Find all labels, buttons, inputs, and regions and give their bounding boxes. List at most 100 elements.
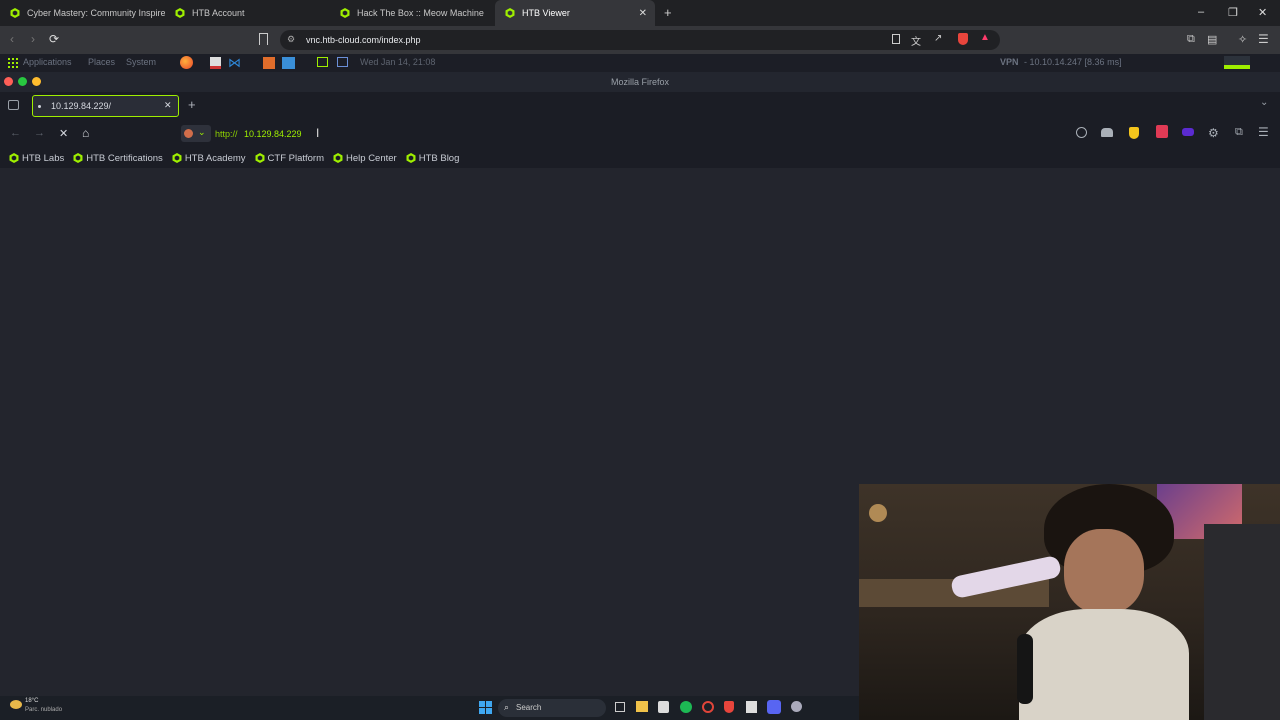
loading-dot-icon <box>38 105 41 108</box>
htb-icon <box>175 8 185 18</box>
brave-shield-icon[interactable] <box>958 33 968 45</box>
webcam-person-shirt <box>1019 609 1189 720</box>
chrome-icon[interactable] <box>702 701 714 713</box>
file-explorer-icon[interactable] <box>636 701 648 712</box>
weather-temp: 18°C <box>25 698 39 704</box>
reload-icon[interactable]: ⟳ <box>49 32 59 46</box>
tracking-protection-button[interactable]: ⌄ <box>181 125 211 142</box>
editor-launcher-icon[interactable] <box>210 57 221 69</box>
outer-url: vnc.htb-cloud.com/index.php <box>306 35 421 45</box>
menu-icon[interactable]: ☰ <box>1258 32 1269 46</box>
brave-rewards-icon[interactable]: ▲ <box>980 32 990 43</box>
container-icon[interactable] <box>1101 128 1113 137</box>
minimize-window-dot[interactable] <box>32 77 41 86</box>
url-host[interactable]: 10.129.84.229 <box>244 129 302 139</box>
terminal-launcher-icon[interactable] <box>317 57 328 67</box>
firefox-nav-bar: ← → ✕ ⌂ ⌄ http:// 10.129.84.229 I ⚙ ⧉ ☰ <box>0 120 1280 148</box>
outer-tab-4[interactable]: HTB Viewer ✕ <box>495 0 655 26</box>
outer-tab-3[interactable]: Hack The Box :: Meow Machine <box>330 0 495 26</box>
page-icon[interactable] <box>892 34 900 44</box>
firefox-active-tab[interactable]: 10.129.84.229/ ✕ <box>32 95 179 117</box>
extension-shield-icon[interactable] <box>1129 127 1139 139</box>
burp-launcher-icon[interactable] <box>263 57 275 69</box>
close-window-icon[interactable]: ✕ <box>1258 6 1267 19</box>
bookmark-ctf-platform[interactable]: CTF Platform <box>255 153 324 164</box>
htb-icon <box>10 8 20 18</box>
list-all-tabs-icon[interactable]: ⌄ <box>1260 97 1268 108</box>
bookmark-htb-labs[interactable]: HTB Labs <box>9 153 64 164</box>
bookmark-label: CTF Platform <box>267 152 325 164</box>
applications-menu[interactable]: Applications <box>23 57 72 67</box>
webcam-microphone <box>1017 634 1033 704</box>
discord-icon[interactable] <box>767 700 781 714</box>
firefox-launcher-icon[interactable] <box>180 56 193 69</box>
outer-tab-4-title: HTB Viewer <box>522 8 570 18</box>
desktop-panel: Applications Places System ⋈ Wed Jan 14,… <box>0 54 1280 72</box>
files-launcher-icon[interactable] <box>282 57 295 69</box>
extension-icon[interactable] <box>1182 128 1194 136</box>
minimize-icon[interactable]: – <box>1198 6 1204 18</box>
bookmark-htb-academy[interactable]: HTB Academy <box>172 153 246 164</box>
share-icon[interactable]: ↗ <box>934 33 942 44</box>
bookmark-label: HTB Blog <box>418 152 460 164</box>
bookmark-help-center[interactable]: Help Center <box>333 153 397 164</box>
system-menu[interactable]: System <box>126 57 156 67</box>
places-menu[interactable]: Places <box>88 57 115 67</box>
windows-start-icon[interactable] <box>479 701 492 714</box>
back-icon[interactable]: ← <box>10 127 21 139</box>
site-info-icon[interactable]: ⚙ <box>287 34 295 45</box>
spotify-icon[interactable] <box>680 701 692 713</box>
close-window-dot[interactable] <box>4 77 13 86</box>
vpn-label: VPN <box>1000 57 1019 67</box>
sidebar-icon[interactable]: ▤ <box>1207 33 1217 46</box>
htb-icon <box>9 153 19 163</box>
bookmark-icon[interactable] <box>259 33 268 45</box>
new-tab-icon[interactable]: + <box>188 97 196 112</box>
back-icon[interactable]: ‹ <box>10 32 14 46</box>
htb-icon <box>172 153 182 163</box>
settings-icon[interactable]: ⚙ <box>1208 126 1219 140</box>
bookmark-label: HTB Certifications <box>86 152 163 164</box>
taskbar-search[interactable]: ⌕ Search <box>498 699 606 717</box>
foxyproxy-icon[interactable] <box>1156 125 1168 138</box>
close-tab-icon[interactable]: ✕ <box>164 100 172 111</box>
apps-grid-icon[interactable] <box>8 58 18 68</box>
bookmark-htb-blog[interactable]: HTB Blog <box>406 152 460 164</box>
new-tab-icon[interactable]: + <box>664 5 672 20</box>
firefox-titlebar: Mozilla Firefox <box>0 72 1280 92</box>
tab-overview-icon[interactable] <box>8 100 19 110</box>
maximize-window-dot[interactable] <box>18 77 27 86</box>
restore-icon[interactable]: ❐ <box>1228 6 1238 19</box>
task-view-icon[interactable] <box>615 702 625 712</box>
bookmark-htb-certifications[interactable]: HTB Certifications <box>73 153 163 164</box>
extensions-icon[interactable]: ⧉ <box>1235 126 1243 139</box>
cpu-graph <box>1224 56 1250 69</box>
extensions-icon[interactable]: ⧉ <box>1187 33 1195 46</box>
outer-tab-2-title: HTB Account <box>192 8 245 18</box>
forward-icon[interactable]: → <box>34 127 45 139</box>
brave-taskbar-icon[interactable] <box>724 701 734 713</box>
webcam-overlay <box>859 484 1280 720</box>
weather-icon[interactable] <box>10 700 22 709</box>
url-scheme[interactable]: http:// <box>215 129 238 139</box>
leo-icon[interactable]: ✧ <box>1238 33 1247 46</box>
translate-icon[interactable]: 文 <box>911 33 921 48</box>
outer-tab-1[interactable]: Cyber Mastery: Community Inspired <box>0 0 165 26</box>
outer-address-bar[interactable]: ⚙ vnc.htb-cloud.com/index.php 文 ↗ ▲ <box>280 30 1000 50</box>
bookmark-label: HTB Labs <box>22 152 65 164</box>
outer-tab-2[interactable]: HTB Account <box>165 0 330 26</box>
close-tab-icon[interactable]: ✕ <box>639 8 647 19</box>
home-icon[interactable]: ⌂ <box>82 126 89 140</box>
obs-icon[interactable] <box>791 701 802 712</box>
stop-icon[interactable]: ✕ <box>59 127 68 140</box>
weather-desc: Parc. nublado <box>25 707 63 713</box>
window-launcher-icon[interactable] <box>337 57 348 67</box>
forward-icon[interactable]: › <box>31 32 35 46</box>
vscode-launcher-icon[interactable]: ⋈ <box>228 55 241 71</box>
menu-icon[interactable]: ☰ <box>1258 125 1269 139</box>
notion-icon[interactable] <box>746 701 757 713</box>
store-icon[interactable] <box>658 701 669 713</box>
account-icon[interactable] <box>1076 127 1087 138</box>
htb-icon <box>255 153 265 163</box>
htb-icon <box>333 153 343 163</box>
